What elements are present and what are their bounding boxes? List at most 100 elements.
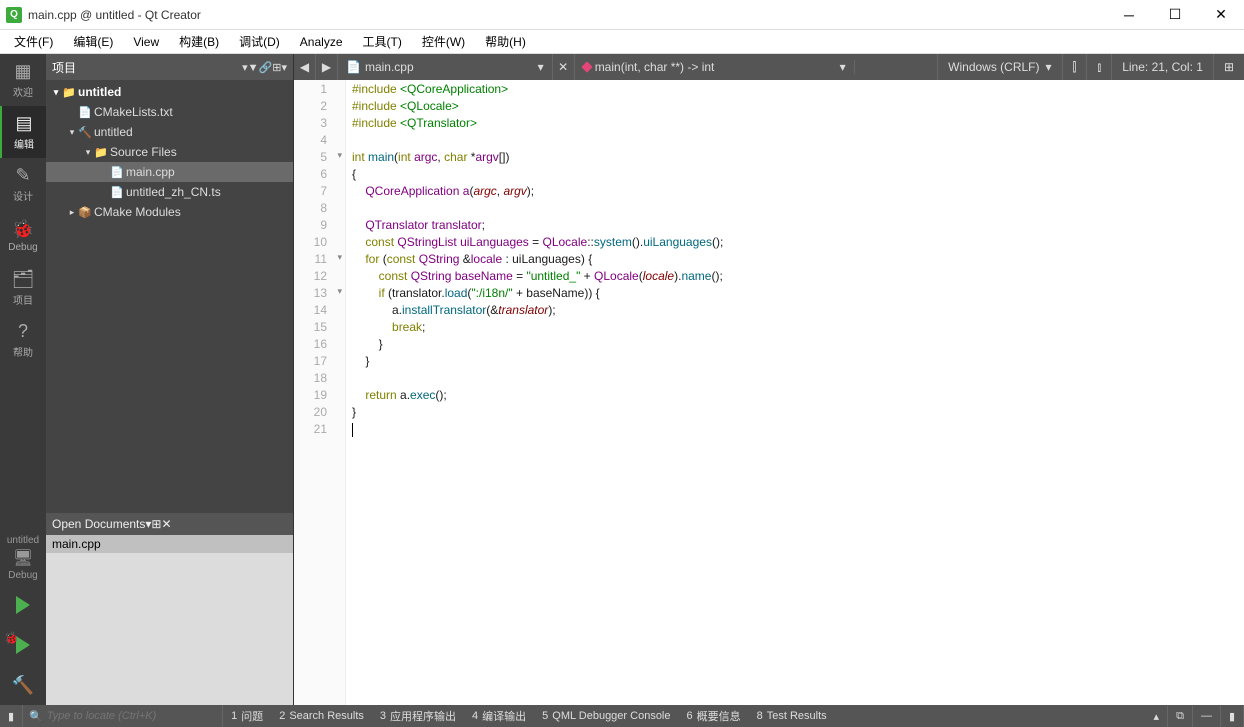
opendocs-btn-1[interactable]: ⊞	[151, 517, 161, 531]
project-header-btn-4[interactable]: ▾	[281, 62, 287, 74]
build-button[interactable]: 🔨	[0, 665, 46, 705]
code-line[interactable]: const QStringList uiLanguages = QLocale:…	[352, 235, 1238, 252]
tree-item-Source Files[interactable]: ▾📁Source Files	[46, 142, 293, 162]
tree-twisty-icon[interactable]: ▸	[66, 207, 78, 218]
close-file-button[interactable]: ✕	[553, 54, 575, 80]
code-line[interactable]: a.installTranslator(&translator);	[352, 303, 1238, 320]
mode-Debug[interactable]: 🐞Debug	[0, 210, 46, 262]
line-number[interactable]: 20	[294, 405, 345, 422]
tree-item-untitled[interactable]: ▾🔨untitled	[46, 122, 293, 142]
code-line[interactable]: QCoreApplication a(argc, argv);	[352, 184, 1238, 201]
line-number[interactable]: 2	[294, 99, 345, 116]
code-line[interactable]: #include <QLocale>	[352, 99, 1238, 116]
file-selector[interactable]: 📄 main.cpp ▾	[338, 54, 553, 80]
encoding-selector[interactable]: Windows (CRLF) ▾	[937, 54, 1061, 80]
output-pane-问题[interactable]: 1 问题	[223, 705, 271, 727]
code-line[interactable]	[352, 371, 1238, 388]
line-number[interactable]: 12	[294, 269, 345, 286]
code-line[interactable]: {	[352, 167, 1238, 184]
line-number[interactable]: 7	[294, 184, 345, 201]
project-tree[interactable]: ▾📁untitled📄CMakeLists.txt▾🔨untitled▾📁Sou…	[46, 80, 293, 513]
code-line[interactable]: const QString baseName = "untitled_" + Q…	[352, 269, 1238, 286]
line-number[interactable]: 13	[294, 286, 345, 303]
code-editor[interactable]: #include <QCoreApplication>#include <QLo…	[346, 80, 1244, 705]
line-number[interactable]: 19	[294, 388, 345, 405]
menu-0[interactable]: 文件(F)	[4, 31, 63, 52]
nav-forward-button[interactable]: ▶	[316, 54, 338, 80]
line-number[interactable]: 18	[294, 371, 345, 388]
line-number[interactable]: 5	[294, 150, 345, 167]
tree-twisty-icon[interactable]: ▾	[82, 147, 94, 158]
mode-帮助[interactable]: ?帮助	[0, 314, 46, 366]
line-number[interactable]: 10	[294, 235, 345, 252]
tree-item-untitled_zh_CN.ts[interactable]: 📄untitled_zh_CN.ts	[46, 182, 293, 202]
output-pane-QML Debugger Console[interactable]: 5 QML Debugger Console	[534, 705, 678, 727]
tree-item-CMakeLists.txt[interactable]: 📄CMakeLists.txt	[46, 102, 293, 122]
project-header-btn-1[interactable]: ▼	[248, 62, 259, 74]
close-button[interactable]: ✕	[1198, 0, 1244, 30]
menu-4[interactable]: 调试(D)	[229, 31, 290, 52]
code-line[interactable]: for (const QString &locale : uiLanguages…	[352, 252, 1238, 269]
line-number[interactable]: 3	[294, 116, 345, 133]
mode-设计[interactable]: ✎设计	[0, 158, 46, 210]
run-debug-button[interactable]: 🐞	[0, 625, 46, 665]
code-line[interactable]: return a.exec();	[352, 388, 1238, 405]
code-line[interactable]: #include <QCoreApplication>	[352, 82, 1238, 99]
tree-item-CMake Modules[interactable]: ▸📦CMake Modules	[46, 202, 293, 222]
tree-item-untitled[interactable]: ▾📁untitled	[46, 82, 293, 102]
line-number[interactable]: 21	[294, 422, 345, 439]
menu-6[interactable]: 工具(T)	[353, 31, 412, 52]
output-pane-应用程序输出[interactable]: 3 应用程序输出	[372, 705, 464, 727]
output-pane-概要信息[interactable]: 6 概要信息	[679, 705, 749, 727]
line-number[interactable]: 17	[294, 354, 345, 371]
output-pane-编译输出[interactable]: 4 编译输出	[464, 705, 534, 727]
line-number[interactable]: 4	[294, 133, 345, 150]
statusbar-right-btn-1[interactable]: ⧉	[1168, 705, 1193, 727]
code-line[interactable]	[352, 201, 1238, 218]
code-line[interactable]: #include <QTranslator>	[352, 116, 1238, 133]
mode-项目[interactable]: 🗂项目	[0, 262, 46, 314]
code-line[interactable]: QTranslator translator;	[352, 218, 1238, 235]
code-line[interactable]	[352, 422, 1238, 439]
run-button[interactable]	[0, 585, 46, 625]
line-number[interactable]: 1	[294, 82, 345, 99]
menu-1[interactable]: 编辑(E)	[63, 31, 123, 52]
line-number[interactable]: 15	[294, 320, 345, 337]
menu-8[interactable]: 帮助(H)	[475, 31, 536, 52]
editor-extra-button[interactable]: ⊞	[1213, 54, 1244, 80]
kit-selector[interactable]: untitled 🖥 Debug	[0, 531, 46, 585]
code-line[interactable]: }	[352, 354, 1238, 371]
output-pane-Test Results[interactable]: 8 Test Results	[749, 705, 835, 727]
line-gutter[interactable]: 123456789101112131415161718192021	[294, 80, 346, 705]
locator-input[interactable]	[47, 710, 216, 722]
toggle-sidebar-button[interactable]: ▮	[0, 705, 23, 727]
line-number[interactable]: 6	[294, 167, 345, 184]
code-line[interactable]: }	[352, 337, 1238, 354]
maximize-button[interactable]: ☐	[1152, 0, 1198, 30]
line-number[interactable]: 11	[294, 252, 345, 269]
menu-3[interactable]: 构建(B)	[169, 31, 229, 52]
statusbar-right-btn-2[interactable]: —	[1193, 705, 1221, 727]
code-line[interactable]: break;	[352, 320, 1238, 337]
line-number[interactable]: 14	[294, 303, 345, 320]
tree-item-main.cpp[interactable]: 📄main.cpp	[46, 162, 293, 182]
line-number[interactable]: 8	[294, 201, 345, 218]
symbol-selector[interactable]: main(int, char **) -> int ▾	[575, 60, 855, 74]
line-number[interactable]: 16	[294, 337, 345, 354]
code-line[interactable]: if (translator.load(":/i18n/" + baseName…	[352, 286, 1238, 303]
locator[interactable]: 🔍	[23, 705, 223, 727]
cursor-position[interactable]: Line: 21, Col: 1	[1111, 54, 1213, 80]
split-horizontal-button[interactable]: ⫾	[1086, 54, 1111, 80]
split-vertical-button[interactable]: ⫿	[1062, 54, 1087, 80]
nav-back-button[interactable]: ◀	[294, 54, 316, 80]
open-doc-main.cpp[interactable]: main.cpp	[46, 535, 293, 553]
tree-twisty-icon[interactable]: ▾	[66, 127, 78, 138]
code-line[interactable]: }	[352, 405, 1238, 422]
mode-编辑[interactable]: ▤编辑	[0, 106, 46, 158]
line-number[interactable]: 9	[294, 218, 345, 235]
output-pane-Search Results[interactable]: 2 Search Results	[271, 705, 372, 727]
open-documents-list[interactable]: main.cpp	[46, 535, 293, 705]
statusbar-right-btn-3[interactable]: ▮	[1221, 705, 1244, 727]
menu-5[interactable]: Analyze	[290, 33, 353, 51]
minimize-button[interactable]: ─	[1106, 0, 1152, 30]
